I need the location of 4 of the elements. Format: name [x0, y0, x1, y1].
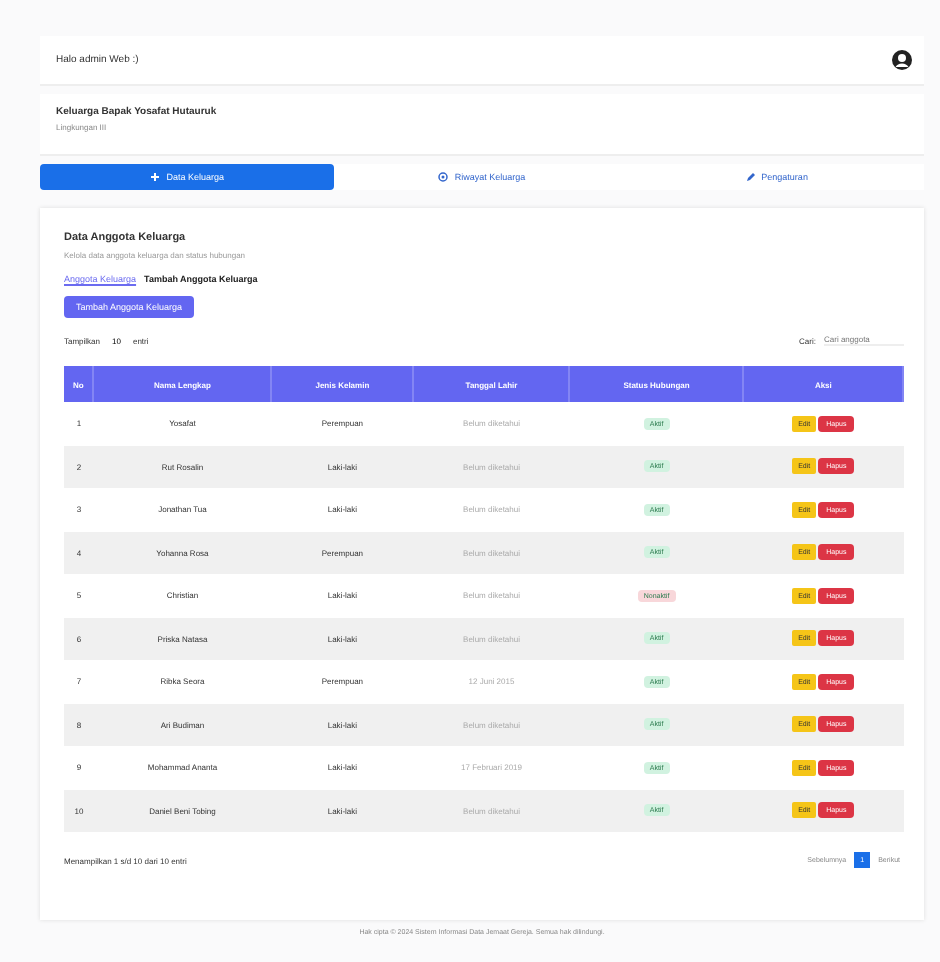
pencil-icon	[745, 172, 756, 182]
user-avatar-icon	[892, 50, 912, 70]
circle-icon	[438, 172, 449, 182]
plus-icon	[150, 172, 161, 182]
